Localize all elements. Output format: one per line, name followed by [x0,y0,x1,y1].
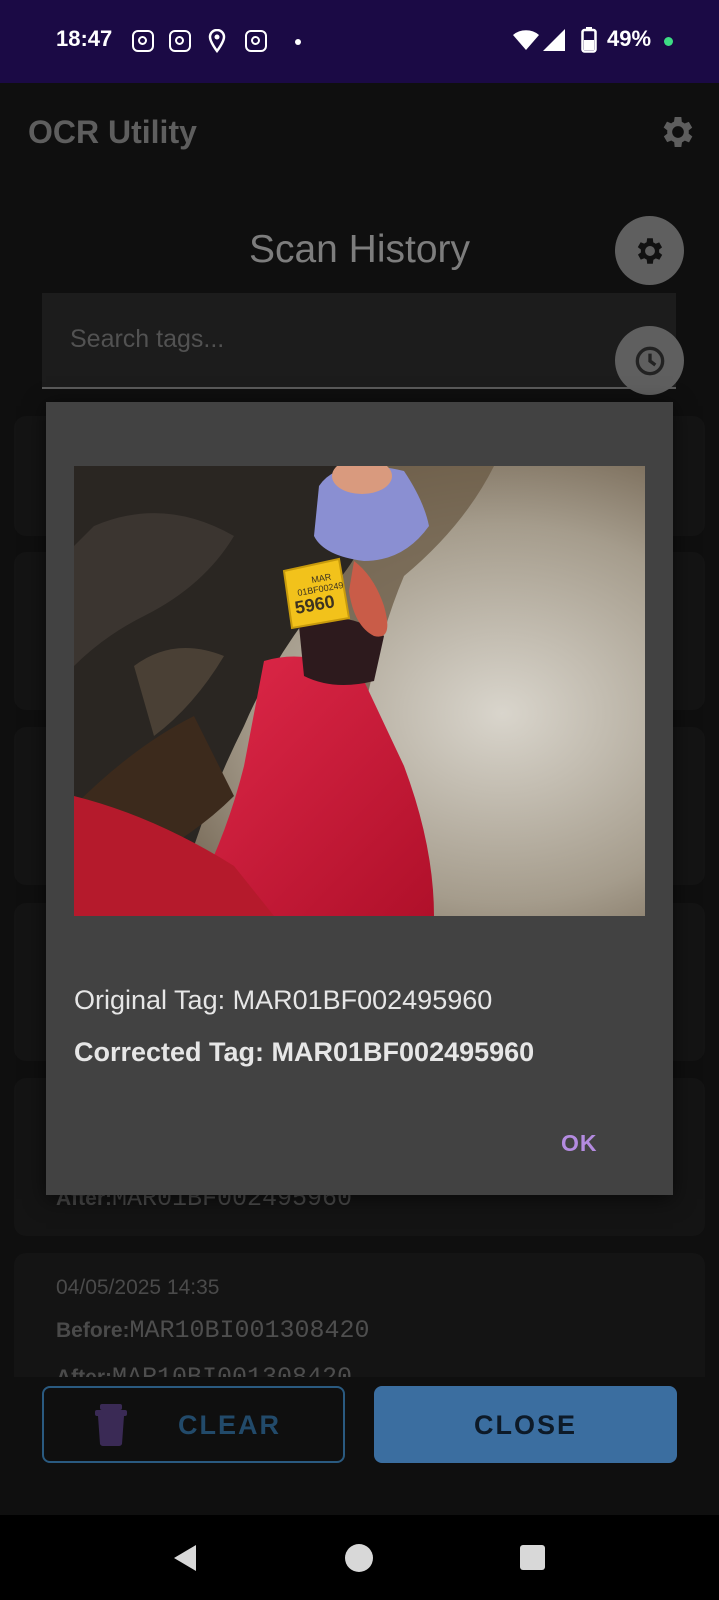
ok-button[interactable]: OK [561,1130,598,1157]
location-pin-icon [208,29,226,53]
clear-button-label: CLEAR [178,1410,281,1440]
home-icon[interactable] [344,1543,374,1573]
clock-icon [635,346,664,375]
tag-detail-dialog: MAR 01BF00249 5960 Original Tag: MAR01BF… [46,402,673,1195]
screen-heading: Scan History [248,228,471,271]
status-bar: 18:47 49% [0,0,719,83]
original-tag-text: Original Tag: MAR01BF002495960 [74,985,493,1015]
status-time: 18:47 [56,26,113,51]
instagram-notification-icon [169,30,191,52]
history-fab[interactable] [615,326,684,395]
gear-icon[interactable] [658,112,698,152]
battery-icon [581,27,597,53]
cell-signal-icon [543,29,565,51]
before-row: Before:MAR10BI001308420 [56,1316,370,1345]
app-title: OCR Utility [28,114,197,150]
trash-icon [95,1404,127,1446]
gear-icon [637,237,662,264]
system-nav-bar [0,1515,719,1600]
search-placeholder: Search tags... [70,325,225,353]
close-button[interactable]: CLOSE [374,1386,677,1463]
wifi-icon [513,30,539,50]
settings-fab[interactable] [615,216,684,285]
history-timestamp: 04/05/2025 14:35 [56,1276,220,1299]
recents-icon[interactable] [519,1544,546,1571]
before-value: MAR10BI001308420 [129,1316,370,1345]
instagram-notification-icon [132,30,154,52]
search-input[interactable]: Search tags... [42,293,676,389]
more-notifications-dot [295,39,301,45]
tag-photo: MAR 01BF00249 5960 [74,466,645,916]
instagram-notification-icon [245,30,267,52]
battery-percent: 49% [607,26,652,51]
corrected-tag-text: Corrected Tag: MAR01BF002495960 [74,1037,535,1067]
ear-tag-photo: MAR 01BF00249 5960 [74,466,645,916]
privacy-indicator-dot [664,37,673,46]
before-label: Before: [56,1319,130,1342]
close-button-label: CLOSE [473,1410,577,1440]
back-icon[interactable] [172,1543,198,1573]
